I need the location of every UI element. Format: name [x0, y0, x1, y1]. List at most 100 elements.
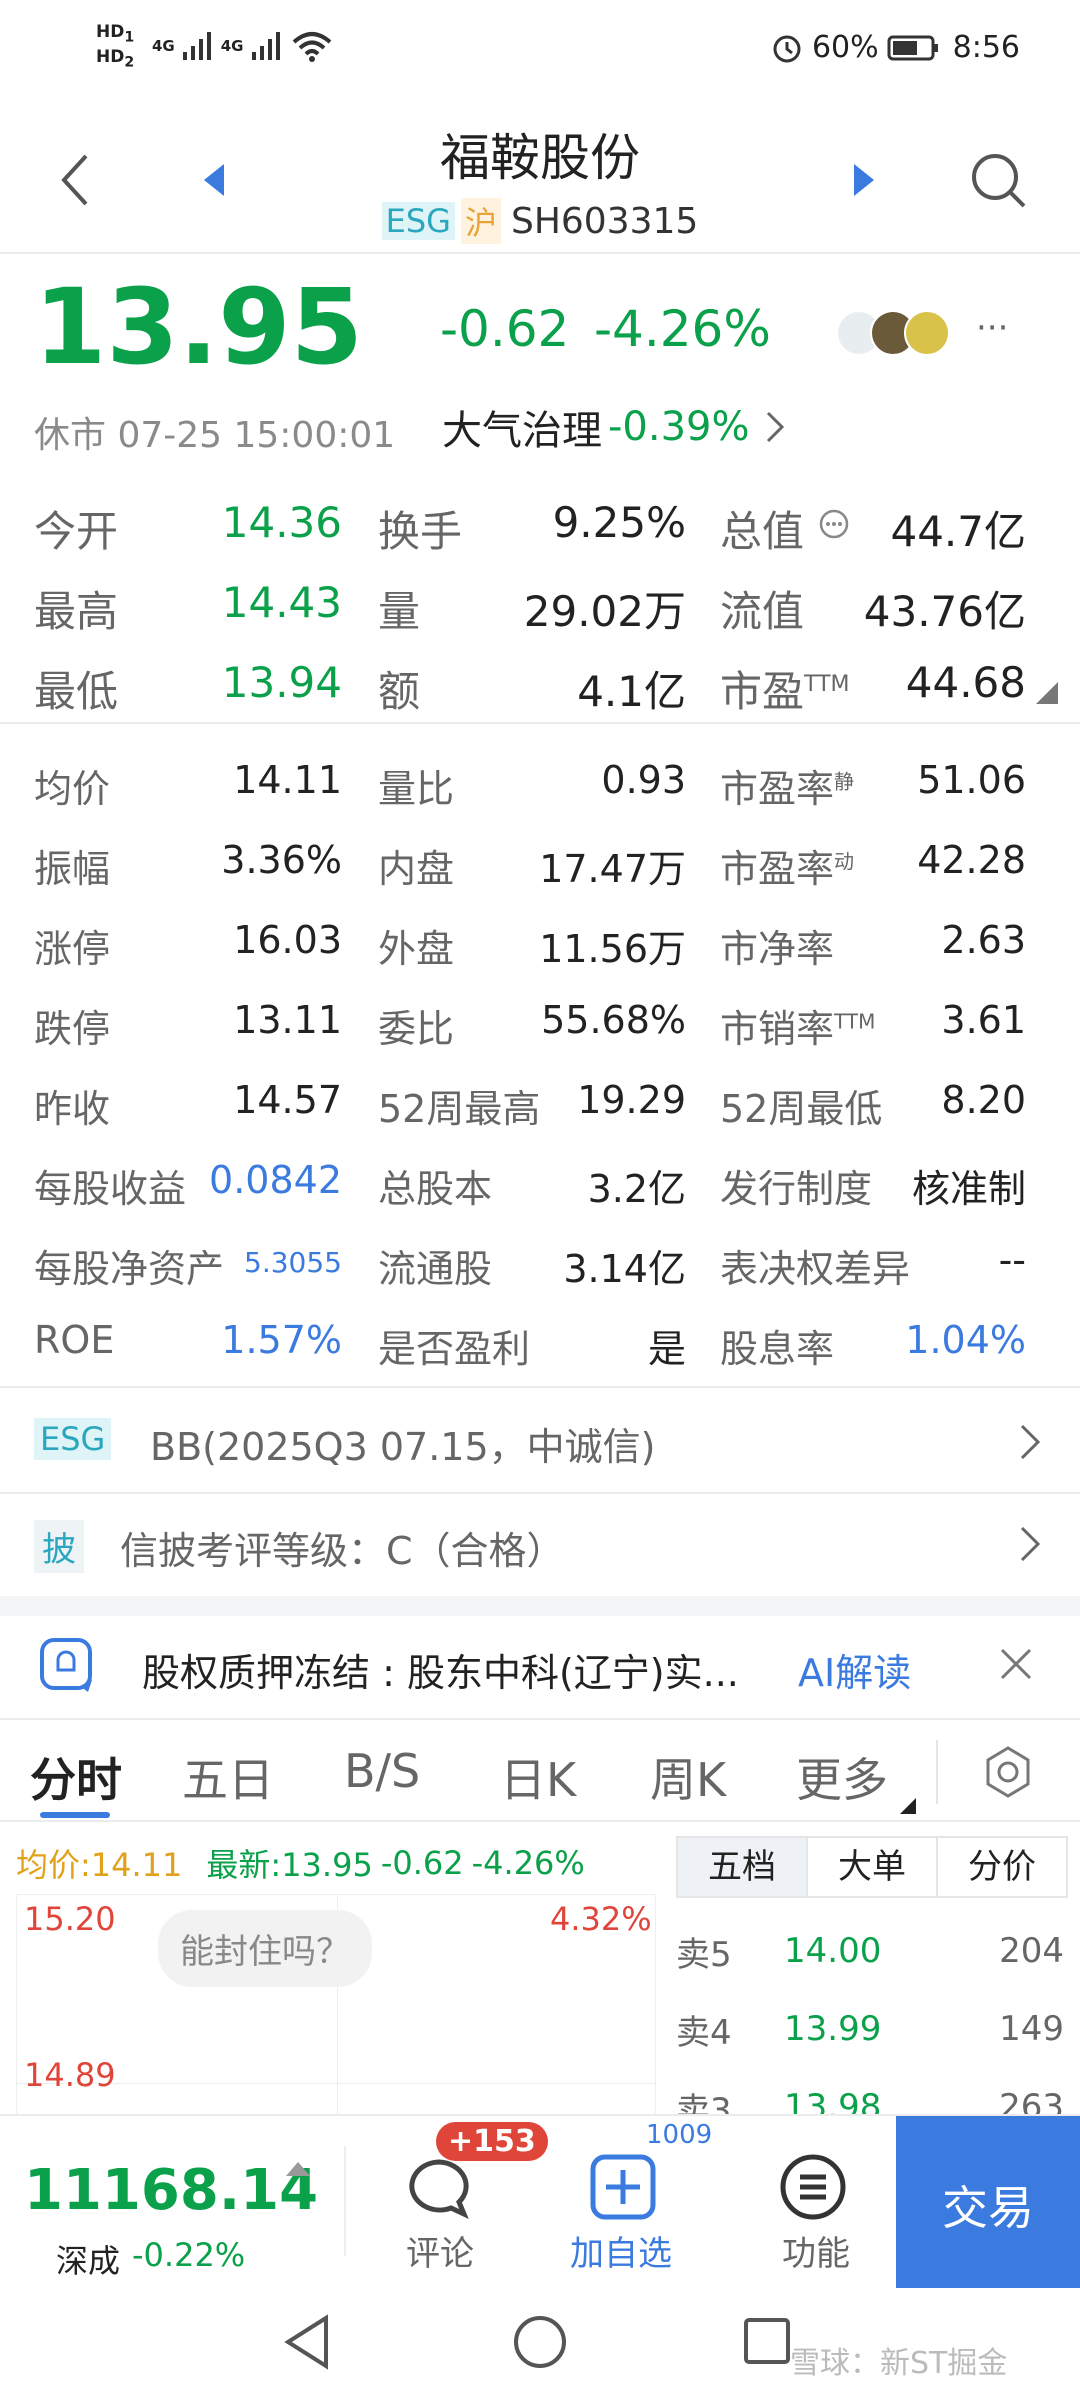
tab-more[interactable]: 更多: [796, 1744, 888, 1810]
stat-label: 是否盈利: [378, 1327, 531, 1371]
news-text: 股权质押冻结 : 股东中科(辽宁)实...: [142, 1651, 739, 1695]
function-label: 功能: [782, 2234, 850, 2274]
add-watchlist-button[interactable]: 1009 加自选: [560, 2116, 713, 2290]
index-value: 11168.14: [24, 2158, 319, 2223]
stat-row: 涨停 16.03 外盘 11.56万 市净率 2.63: [0, 902, 1080, 982]
stat-row: 最高 14.43 量 29.02万 流值 43.76亿: [34, 578, 1026, 636]
chevron-right-icon: [766, 411, 784, 443]
stat-value: 16.03: [233, 918, 342, 962]
chevron-right-icon: [1020, 1526, 1041, 1562]
disclosure-badge: 披: [34, 1520, 84, 1573]
stat-row: 每股净资产 5.3055 流通股 3.14亿 表决权差异 --: [0, 1222, 1080, 1302]
dropdown-icon: [900, 1798, 916, 1814]
chart-legend: 均价:14.11 最新:13.95 -0.62 -4.26%: [16, 1840, 585, 1886]
stat-row: 均价 14.11 量比 0.93 市盈率静 51.06: [0, 742, 1080, 822]
watch-count: 1009: [646, 2120, 713, 2150]
chevron-right-icon: [1020, 1424, 1041, 1460]
stat-row: 今开 14.36 换手 9.25% 总值 44.7亿: [34, 498, 1026, 556]
order-book-rows: 卖5 14.00 204 卖4 13.99 149 卖3 13.98 263: [676, 1912, 1080, 2146]
stat-row: 每股收益 0.0842 总股本 3.2亿 发行制度 核准制: [0, 1142, 1080, 1222]
header: 福鞍股份 ESG 沪 SH603315: [0, 100, 1080, 252]
price-change: -0.62: [440, 300, 570, 358]
market-badge: 沪: [460, 198, 501, 244]
esg-badge: ESG: [381, 202, 455, 240]
comment-bubble[interactable]: 能封住吗？: [158, 1910, 372, 1987]
index-ticker[interactable]: 11168.14 深成 -0.22%: [0, 2116, 340, 2290]
stat-value: 55.68%: [541, 998, 686, 1042]
pledge-alert-icon: [40, 1638, 92, 1692]
add-icon: [590, 2154, 656, 2220]
battery-icon: [887, 35, 938, 60]
tab-big-orders[interactable]: 大单: [806, 1838, 936, 1896]
nav-home-icon[interactable]: [512, 2314, 568, 2370]
stat-label: 内盘: [378, 847, 455, 891]
tab-weekly-k[interactable]: 周K: [650, 1744, 726, 1810]
latest-price-label: 最新:13.95: [206, 1846, 373, 1884]
divider: [936, 1740, 938, 1804]
sector-link[interactable]: 大气治理 -0.39%: [442, 398, 790, 456]
tab-intraday[interactable]: 分时: [30, 1744, 122, 1810]
avatar: [904, 310, 950, 356]
disclosure-text: 信披考评等级：C（合格）: [120, 1529, 565, 1573]
stat-label: 股息率: [720, 1327, 835, 1371]
comment-count-badge: +153: [436, 2122, 548, 2161]
tab-daily-k[interactable]: 日K: [500, 1744, 576, 1810]
stat-value: 42.28: [917, 838, 1026, 882]
comment-icon: [409, 2159, 469, 2219]
search-icon[interactable]: [968, 150, 1028, 210]
bottom-bar: 11168.14 深成 -0.22% +153 评论 1009 加自选 功能 交…: [0, 2114, 1080, 2290]
clock: 8:56: [952, 30, 1020, 65]
tab-five-levels[interactable]: 五档: [678, 1838, 806, 1896]
index-name: 深成: [56, 2242, 121, 2280]
stat-value: 3.61: [941, 998, 1026, 1042]
follower-avatars[interactable]: [836, 306, 966, 360]
tab-price-dist[interactable]: 分价: [936, 1838, 1066, 1896]
esg-rating-row[interactable]: ESG BB(2025Q3 07.15，中诚信): [0, 1388, 1080, 1492]
status-right: 60% 8:56: [770, 30, 1020, 65]
stat-label: 振幅: [34, 847, 111, 891]
news-banner[interactable]: 股权质押冻结 : 股东中科(辽宁)实... AI解读: [0, 1616, 1080, 1718]
trade-button[interactable]: 交易: [896, 2116, 1080, 2290]
stat-value: 0.0842: [209, 1158, 342, 1202]
stat-label: 跌停: [34, 1007, 111, 1051]
tab-bs[interactable]: B/S: [344, 1744, 420, 1798]
tab-five-day[interactable]: 五日: [182, 1744, 274, 1810]
stat-value: 13.11: [233, 998, 342, 1042]
detail-stats: 均价 14.11 量比 0.93 市盈率静 51.06 振幅 3.36% 内盘 17.47万 市盈率…: [0, 742, 1080, 1382]
close-icon[interactable]: [996, 1644, 1036, 1684]
pct-axis-high: 4.32%: [550, 1900, 652, 1938]
order-book: 五档 大单 分价 卖5 14.00 204 卖4 13.99 149 卖3 13.98 26…: [676, 1836, 1080, 2131]
status-bar: HD1 HD2 4G 4G 60% 8:56: [0, 0, 1080, 100]
stat-label: ROE: [34, 1318, 115, 1362]
expand-icon[interactable]: [1034, 680, 1060, 706]
stat-label: 量比: [378, 767, 455, 811]
tab-indicator: [40, 1812, 110, 1818]
stat-label: 委比: [378, 1007, 455, 1051]
info-icon[interactable]: [818, 508, 850, 540]
intraday-chart[interactable]: 均价:14.11 最新:13.95 -0.62 -4.26% 15.20 14.…: [0, 1822, 670, 2115]
stat-value: 3.14亿: [563, 1247, 686, 1291]
more-icon[interactable]: ···: [976, 308, 1008, 348]
disclosure-rating-row[interactable]: 披 信披考评等级：C（合格）: [0, 1494, 1080, 1596]
stat-label: 市盈率动: [720, 847, 855, 891]
stat-value: 5.3055: [244, 1246, 342, 1279]
stat-row: 昨收 14.57 52周最高 19.29 52周最低 8.20: [0, 1062, 1080, 1142]
latest-change-label: -0.62: [380, 1844, 464, 1882]
settings-icon[interactable]: [980, 1744, 1036, 1800]
stat-row: 跌停 13.11 委比 55.68% 市销率TTM 3.61: [0, 982, 1080, 1062]
stat-label: 市销率TTM: [720, 1007, 876, 1051]
function-button[interactable]: 功能: [746, 2116, 886, 2290]
sector-pct: -0.39%: [608, 404, 750, 450]
nav-recents-icon[interactable]: [742, 2316, 792, 2366]
stat-value: 0.93: [601, 758, 686, 802]
ai-analysis-link[interactable]: AI解读: [798, 1642, 911, 1697]
index-pct: -0.22%: [132, 2236, 246, 2274]
menu-icon: [780, 2154, 846, 2220]
comment-button[interactable]: +153 评论: [372, 2116, 548, 2290]
stat-label: 总股本: [378, 1167, 493, 1211]
signal-icon: [251, 32, 280, 60]
caret-up-icon: [286, 2162, 310, 2176]
next-stock-icon[interactable]: [850, 162, 878, 198]
order-book-row: 卖5 14.00 204: [676, 1931, 1064, 1975]
nav-back-icon[interactable]: [282, 2314, 332, 2370]
